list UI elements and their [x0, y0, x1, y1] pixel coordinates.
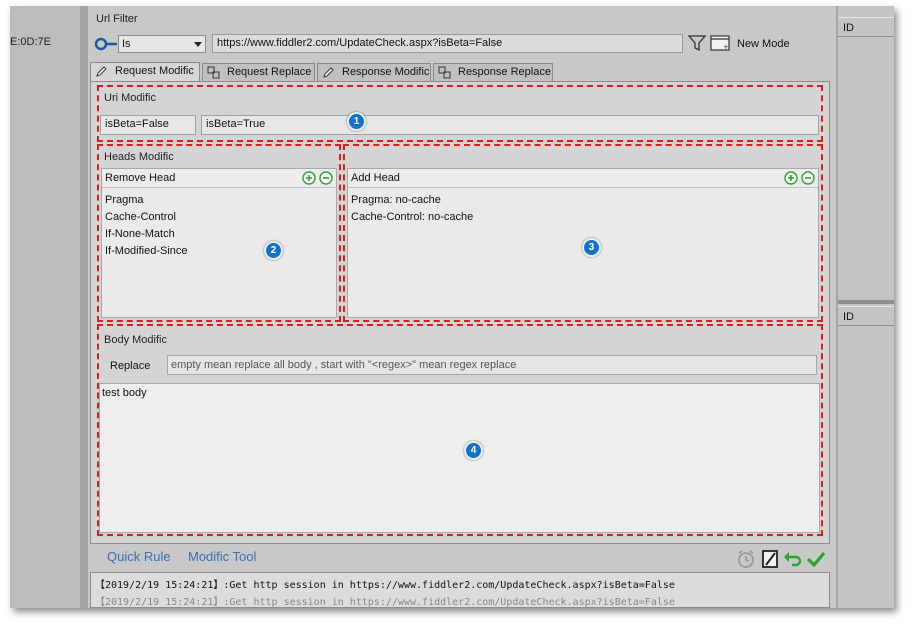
tab-label: Response Replace: [458, 66, 551, 78]
check-confirm-icon[interactable]: [806, 549, 826, 569]
app-window: E:0D:7E ID ID Url Filter Is https://www.…: [10, 6, 894, 608]
bottom-toolbar: Quick Rule Modific Tool: [88, 546, 836, 572]
id-column-header[interactable]: ID: [838, 17, 894, 37]
edit-rule-icon[interactable]: [760, 549, 780, 569]
log-output[interactable]: 【2019/2/19 15:24:21】:Get http session in…: [90, 572, 830, 608]
filter-funnel-icon[interactable]: [688, 34, 706, 52]
uri-old-value-input[interactable]: isBeta=False: [100, 115, 196, 135]
new-mode-label[interactable]: New Mode: [737, 38, 790, 50]
log-line: 【2019/2/19 15:24:21】:Get http session in…: [95, 597, 675, 608]
add-circle-icon[interactable]: [302, 171, 316, 185]
right-side-pane: ID ID: [838, 6, 894, 608]
url-filter-label: Url Filter: [96, 13, 138, 25]
list-item[interactable]: Pragma: [105, 194, 144, 206]
list-item[interactable]: If-Modified-Since: [105, 245, 188, 257]
remove-head-list[interactable]: Remove Head Pragma Cache-Control If-None…: [101, 168, 337, 318]
fiddler-extension-panel: Url Filter Is https://www.fiddler2.com/U…: [88, 6, 836, 608]
new-window-icon[interactable]: +: [710, 34, 734, 52]
annotation-badge: 4: [464, 441, 483, 460]
heads-modific-label: Heads Modific: [104, 151, 174, 163]
replace-icon: [438, 66, 451, 79]
undo-arrow-icon[interactable]: [783, 549, 803, 569]
body-textarea[interactable]: test body: [99, 383, 820, 533]
add-head-title: Add Head: [351, 172, 400, 184]
chevron-down-icon: [194, 42, 202, 47]
match-mode-value: Is: [122, 38, 131, 50]
quick-rule-link[interactable]: Quick Rule: [107, 549, 171, 564]
tab-label: Request Replace: [227, 66, 312, 78]
list-item[interactable]: Pragma: no-cache: [351, 194, 441, 206]
svg-text:+: +: [723, 43, 729, 51]
alarm-clock-icon[interactable]: [736, 549, 756, 569]
id-column-header-lower[interactable]: ID: [838, 306, 894, 326]
pencil-icon: [323, 67, 334, 78]
url-filter-input[interactable]: https://www.fiddler2.com/UpdateCheck.asp…: [212, 34, 683, 53]
remove-head-header: Remove Head: [102, 169, 336, 188]
key-icon[interactable]: [94, 36, 118, 52]
request-modific-panel: Uri Modific isBeta=False isBeta=True Hea…: [90, 81, 830, 544]
log-line: 【2019/2/19 15:24:21】:Get http session in…: [95, 580, 675, 591]
uri-new-value-input[interactable]: isBeta=True: [201, 115, 819, 135]
add-circle-icon[interactable]: [784, 171, 798, 185]
tab-response-replace[interactable]: Response Replace: [433, 63, 553, 81]
replace-label: Replace: [110, 360, 151, 372]
pencil-icon: [96, 66, 107, 77]
tab-request-modific[interactable]: Request Modific: [90, 62, 200, 81]
list-item[interactable]: Cache-Control: no-cache: [351, 211, 473, 223]
session-list-cell[interactable]: E:0D:7E: [10, 36, 51, 48]
list-item[interactable]: Cache-Control: [105, 211, 176, 223]
add-head-header: Add Head: [348, 169, 818, 188]
remove-circle-icon[interactable]: [801, 171, 815, 185]
uri-modific-label: Uri Modific: [104, 92, 156, 104]
remove-circle-icon[interactable]: [319, 171, 333, 185]
body-modific-label: Body Modific: [104, 334, 167, 346]
tab-label: Response Modific: [342, 66, 430, 78]
tab-request-replace[interactable]: Request Replace: [202, 63, 315, 81]
pane-splitter[interactable]: [838, 300, 894, 304]
replace-pattern-input[interactable]: empty mean replace all body , start with…: [167, 355, 817, 375]
match-mode-select[interactable]: Is: [118, 35, 206, 53]
modific-tool-link[interactable]: Modific Tool: [188, 549, 256, 564]
session-list-pane: E:0D:7E: [10, 6, 80, 608]
list-item[interactable]: If-None-Match: [105, 228, 175, 240]
annotation-badge: 2: [264, 241, 283, 260]
replace-icon: [207, 66, 220, 79]
annotation-badge: 3: [582, 238, 601, 257]
remove-head-title: Remove Head: [105, 172, 176, 184]
tab-label: Request Modific: [115, 65, 194, 77]
tab-response-modific[interactable]: Response Modific: [317, 63, 431, 81]
annotation-badge: 1: [347, 112, 366, 131]
